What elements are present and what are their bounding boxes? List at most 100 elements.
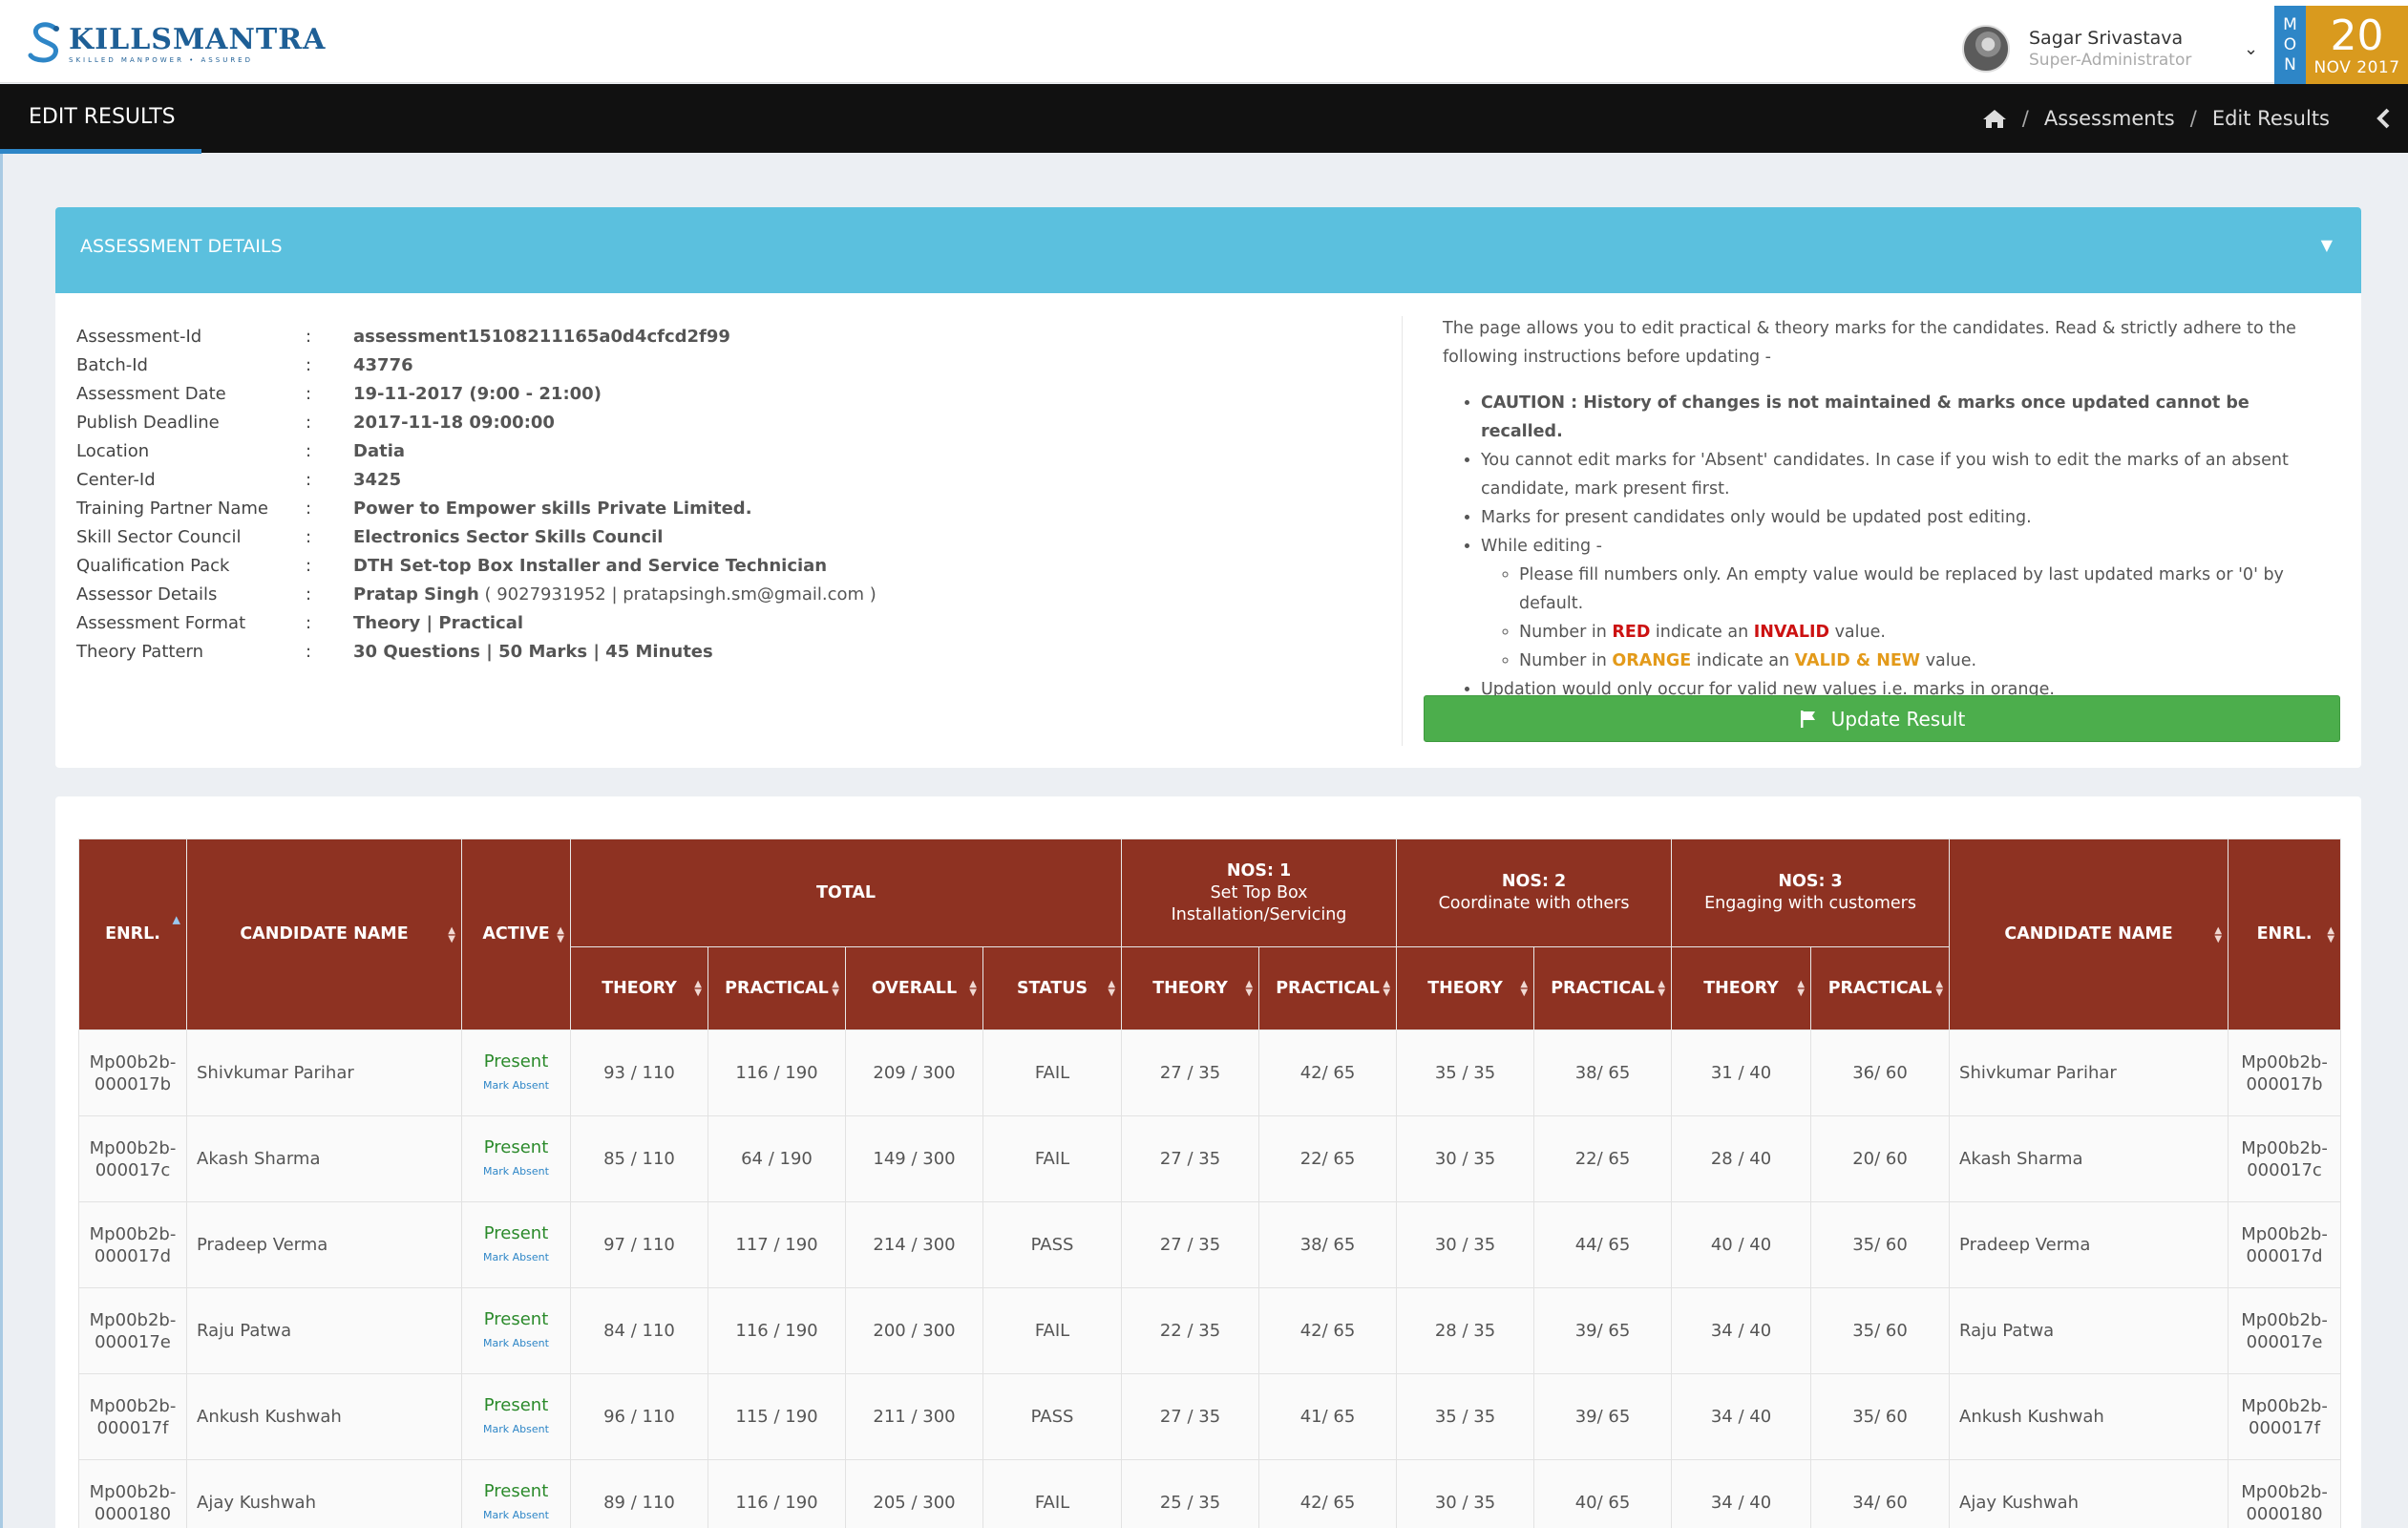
nos3-theory-input[interactable]: 28 / 40 (1671, 1115, 1812, 1202)
detail-row: Publish Deadline:2017-11-18 09:00:00 (76, 412, 555, 433)
nos2-practical-input[interactable]: 40/ 65 (1533, 1459, 1673, 1528)
chevron-down-icon[interactable]: ⌄ (2244, 39, 2258, 59)
instruction-caution: CAUTION : History of changes is not main… (1481, 389, 2331, 446)
update-result-label: Update Result (1830, 707, 1966, 731)
candidate-name-cell: Raju Patwa (186, 1287, 462, 1374)
table-row: Mp00b2b- 000017f Ankush Kushwah Present Mark… (78, 1373, 2342, 1460)
table-row: Mp00b2b- 0000180 Ajay Kushwah Present Mark A… (78, 1459, 2342, 1528)
instruction-while: While editing - Please fill numbers only… (1481, 532, 2331, 675)
nos1-theory-input[interactable]: 22 / 35 (1121, 1287, 1260, 1374)
panel-header[interactable]: ASSESSMENT DETAILS ▼ (55, 207, 2361, 293)
chevron-left-icon[interactable] (2374, 107, 2393, 130)
nos2-theory-input[interactable]: 28 / 35 (1396, 1287, 1535, 1374)
breadcrumb-assessments[interactable]: Assessments (2044, 107, 2175, 130)
nos1-theory-input[interactable]: 27 / 35 (1121, 1029, 1260, 1116)
col-enrl[interactable]: ENRL. ▲ (78, 838, 187, 1030)
col-active[interactable]: ACTIVE ▲ ▼ (461, 838, 571, 1030)
nos1-theory-input[interactable]: 25 / 35 (1121, 1459, 1260, 1528)
col-enrl-right[interactable]: ENRL. ▲ ▼ (2228, 838, 2342, 1030)
nos3-practical-input[interactable]: 35/ 60 (1810, 1201, 1951, 1288)
nos3-theory-input[interactable]: 34 / 40 (1671, 1459, 1812, 1528)
nos1-practical-input[interactable]: 22/ 65 (1258, 1115, 1398, 1202)
brand-tagline: SKILLED MANPOWER • ASSURED (69, 55, 253, 64)
active-cell: Present Mark Absent (461, 1287, 571, 1374)
nos2-practical-input[interactable]: 38/ 65 (1533, 1029, 1673, 1116)
nos2-theory-input[interactable]: 35 / 35 (1396, 1373, 1535, 1460)
nos3-practical-input[interactable]: 20/ 60 (1810, 1115, 1951, 1202)
total-theory-cell: 97 / 110 (570, 1201, 708, 1288)
nos2-practical-input[interactable]: 22/ 65 (1533, 1115, 1673, 1202)
col-total-theory[interactable]: THEORY ▲ ▼ (570, 946, 708, 1030)
update-result-button[interactable]: Update Result (1424, 695, 2340, 742)
col-total-status[interactable]: STATUS ▲ ▼ (982, 946, 1123, 1030)
nos3-practical-input[interactable]: 35/ 60 (1810, 1373, 1951, 1460)
nos2-theory-input[interactable]: 30 / 35 (1396, 1459, 1535, 1528)
nos1-theory-input[interactable]: 27 / 35 (1121, 1373, 1260, 1460)
nos1-practical-input[interactable]: 42/ 65 (1258, 1029, 1398, 1116)
col-nos2-practical[interactable]: PRACTICAL ▲ ▼ (1533, 946, 1673, 1030)
nos3-theory-input[interactable]: 40 / 40 (1671, 1201, 1812, 1288)
mark-absent-link[interactable]: Mark Absent (462, 1332, 570, 1354)
nos1-practical-input[interactable]: 42/ 65 (1258, 1459, 1398, 1528)
enrl-cell-right: Mp00b2b- 000017e (2228, 1287, 2342, 1374)
nos2-practical-input[interactable]: 44/ 65 (1533, 1201, 1673, 1288)
nos2-theory-input[interactable]: 35 / 35 (1396, 1029, 1535, 1116)
col-total-overall[interactable]: OVERALL ▲ ▼ (845, 946, 983, 1030)
nos3-theory-input[interactable]: 34 / 40 (1671, 1373, 1812, 1460)
nos3-theory-input[interactable]: 31 / 40 (1671, 1029, 1812, 1116)
col-nos3-practical[interactable]: PRACTICAL ▲ ▼ (1810, 946, 1951, 1030)
nos2-practical-input[interactable]: 39/ 65 (1533, 1373, 1673, 1460)
results-body: Mp00b2b- 000017b Shivkumar Parihar Present M… (78, 1029, 2342, 1528)
nos3-practical-input[interactable]: 34/ 60 (1810, 1459, 1951, 1528)
mark-absent-link[interactable]: Mark Absent (462, 1160, 570, 1182)
sort-asc-icon: ▲ (172, 913, 180, 926)
candidate-name-cell-right: Ajay Kushwah (1949, 1459, 2229, 1528)
assessment-details-panel: ASSESSMENT DETAILS ▼ Assessment-Id: asses… (55, 207, 2361, 768)
assessor-contact: ( 9027931952 | pratapsingh.sm@gmail.com … (478, 584, 877, 605)
total-theory-cell: 93 / 110 (570, 1029, 708, 1116)
enrl-cell: Mp00b2b- 000017d (78, 1201, 187, 1288)
brand-logo[interactable]: KILLSMANTRA SKILLED MANPOWER • ASSURED (27, 19, 326, 69)
home-icon[interactable] (1982, 108, 2007, 129)
instruction-present: Marks for present candidates only would … (1481, 503, 2331, 532)
col-nos2-theory[interactable]: THEORY ▲ ▼ (1396, 946, 1535, 1030)
enrl-cell-right: Mp00b2b- 000017f (2228, 1373, 2342, 1460)
col-nos1-practical[interactable]: PRACTICAL ▲ ▼ (1258, 946, 1398, 1030)
nos2-practical-input[interactable]: 39/ 65 (1533, 1287, 1673, 1374)
nos1-practical-input[interactable]: 38/ 65 (1258, 1201, 1398, 1288)
user-menu[interactable]: Sagar Srivastava Super-Administrator ⌄ (1962, 24, 2258, 74)
total-overall-cell: 200 / 300 (845, 1287, 983, 1374)
nos2-theory-input[interactable]: 30 / 35 (1396, 1201, 1535, 1288)
col-nos1-theory[interactable]: THEORY ▲ ▼ (1121, 946, 1260, 1030)
col-total-practical[interactable]: PRACTICAL ▲ ▼ (708, 946, 846, 1030)
breadcrumb-edit-results: Edit Results (2211, 107, 2330, 130)
collapse-caret-icon[interactable]: ▼ (2321, 236, 2333, 254)
results-panel: ENRL. ▲ CANDIDATE NAME ▲ ▼ ACTIVE ▲ ▼ TOTAL N… (55, 796, 2361, 1528)
total-overall-cell: 149 / 300 (845, 1115, 983, 1202)
nos1-theory-input[interactable]: 27 / 35 (1121, 1201, 1260, 1288)
mark-absent-link[interactable]: Mark Absent (462, 1074, 570, 1096)
enrl-cell-right: Mp00b2b- 000017c (2228, 1115, 2342, 1202)
instruction-red: Number in RED indicate an INVALID value. (1519, 618, 2331, 647)
assessor-name: Pratap Singh (353, 584, 479, 605)
col-candidate-name-right[interactable]: CANDIDATE NAME ▲ ▼ (1949, 838, 2229, 1030)
nos2-theory-input[interactable]: 30 / 35 (1396, 1115, 1535, 1202)
nos3-theory-input[interactable]: 34 / 40 (1671, 1287, 1812, 1374)
detail-row: Assessment-Id: assessment15108211165a0d4c… (76, 326, 730, 347)
col-nos3-theory[interactable]: THEORY ▲ ▼ (1671, 946, 1812, 1030)
sort-icon: ▲ ▼ (969, 979, 977, 998)
mark-absent-link[interactable]: Mark Absent (462, 1504, 570, 1526)
nos3-practical-input[interactable]: 35/ 60 (1810, 1287, 1951, 1374)
detail-row: Center-Id:3425 (76, 469, 402, 490)
total-practical-cell: 116 / 190 (708, 1459, 846, 1528)
left-accent-bar (0, 153, 3, 1528)
mark-absent-link[interactable]: Mark Absent (462, 1246, 570, 1268)
nos1-practical-input[interactable]: 41/ 65 (1258, 1373, 1398, 1460)
mark-absent-link[interactable]: Mark Absent (462, 1418, 570, 1440)
nos3-practical-input[interactable]: 36/ 60 (1810, 1029, 1951, 1116)
col-candidate-name[interactable]: CANDIDATE NAME ▲ ▼ (186, 838, 462, 1030)
top-bar: KILLSMANTRA SKILLED MANPOWER • ASSURED S… (0, 0, 2408, 85)
table-row: Mp00b2b- 000017d Pradeep Verma Present Mark … (78, 1201, 2342, 1288)
nos1-practical-input[interactable]: 42/ 65 (1258, 1287, 1398, 1374)
nos1-theory-input[interactable]: 27 / 35 (1121, 1115, 1260, 1202)
